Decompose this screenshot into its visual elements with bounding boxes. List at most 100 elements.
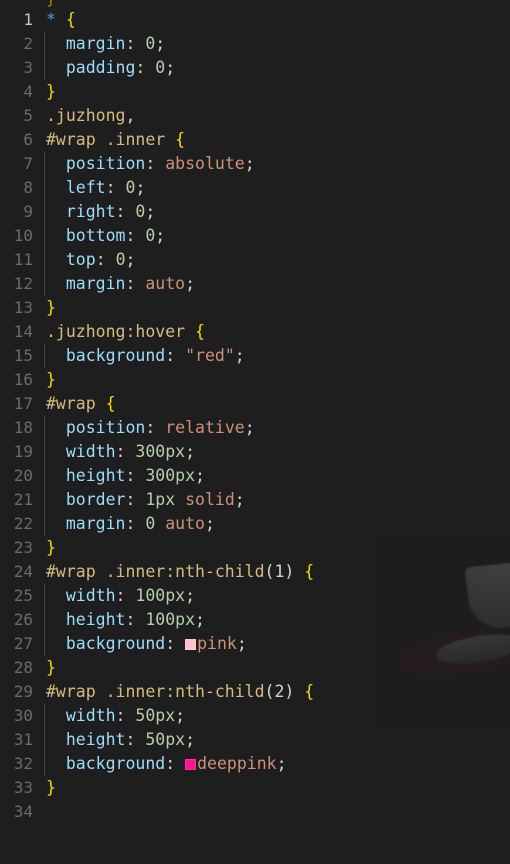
code-line[interactable]: 8 left: 0; [0, 176, 510, 200]
token-punc: ; [185, 586, 196, 605]
code-text[interactable]: height: 300px; [46, 464, 205, 488]
token-val: deeppink [197, 754, 277, 773]
code-text[interactable]: margin: auto; [46, 272, 195, 296]
code-line[interactable]: 6 #wrap .inner { [0, 128, 510, 152]
token-punc: : [115, 202, 136, 221]
code-text[interactable]: } [46, 776, 56, 800]
code-line[interactable]: 21 border: 1px solid; [0, 488, 510, 512]
code-line[interactable]: 17 #wrap { [0, 392, 510, 416]
token-val: absolute [165, 154, 245, 173]
token-punc: : [125, 34, 146, 53]
code-editor[interactable]: } 1 * {2 margin: 0;3 padding: 0;4}5.juzho… [0, 0, 510, 864]
code-line[interactable]: 28} [0, 656, 510, 680]
code-line[interactable]: 14 .juzhong:hover { [0, 320, 510, 344]
code-text[interactable]: #wrap { [46, 392, 116, 416]
code-text[interactable]: #wrap .inner:nth-child(2) { [46, 680, 314, 704]
code-lines-container[interactable]: 1 * {2 margin: 0; 3 padding: 0; 4} 5 .juzhong… [0, 8, 510, 824]
code-text[interactable]: height: 100px; [46, 608, 205, 632]
token-prop: position [65, 154, 146, 173]
code-text[interactable]: } [46, 296, 56, 320]
code-text[interactable]: background: "red"; [46, 344, 245, 368]
code-text[interactable]: width: 300px; [46, 440, 195, 464]
token-punc: : [125, 610, 146, 629]
code-text[interactable]: } [46, 536, 56, 560]
code-line[interactable]: 10 bottom: 0; [0, 224, 510, 248]
code-line[interactable]: 29 #wrap .inner:nth-child(2) { [0, 680, 510, 704]
code-line[interactable]: 18 position: relative; [0, 416, 510, 440]
code-line[interactable]: 11 top: 0; [0, 248, 510, 272]
token-prop: width [65, 706, 116, 725]
line-number: 13 [13, 298, 33, 317]
code-text[interactable]: } [46, 368, 56, 392]
code-line[interactable]: 7 position: absolute; [0, 152, 510, 176]
code-line[interactable]: 19 width: 300px; [0, 440, 510, 464]
code-line[interactable]: 5 .juzhong, [0, 104, 510, 128]
code-text[interactable]: left: 0; [46, 176, 146, 200]
code-text[interactable]: background: pink; [46, 632, 247, 656]
code-text[interactable]: #wrap .inner:nth-child(1) { [46, 560, 314, 584]
code-line[interactable]: 32 background: deeppink; [0, 752, 510, 776]
code-line[interactable]: 25 width: 100px; [0, 584, 510, 608]
code-text[interactable]: } [46, 80, 56, 104]
token-punc [165, 130, 175, 149]
token-sel: .juzhong [46, 106, 126, 125]
code-line[interactable]: 1 * { [0, 8, 510, 32]
token-brace: } [46, 82, 56, 101]
code-line[interactable]: 20 height: 300px; [0, 464, 510, 488]
token-punc: : [145, 418, 166, 437]
token-punc: ; [236, 634, 247, 653]
code-line[interactable]: 24 #wrap .inner:nth-child(1) { [0, 560, 510, 584]
code-line[interactable]: 3 padding: 0; [0, 56, 510, 80]
color-swatch[interactable] [185, 759, 197, 770]
token-prop: margin [65, 514, 126, 533]
code-text[interactable]: position: relative; [46, 416, 255, 440]
code-line[interactable]: 27 background: pink; [0, 632, 510, 656]
code-line[interactable]: 31 height: 50px; [0, 728, 510, 752]
code-line[interactable]: 30 width: 50px; [0, 704, 510, 728]
code-text[interactable]: #wrap .inner { [46, 128, 185, 152]
indent-guide [44, 728, 45, 752]
code-text[interactable]: } [46, 656, 56, 680]
code-line[interactable]: 4} [0, 80, 510, 104]
line-number: 12 [13, 274, 33, 293]
code-line[interactable]: 13} [0, 296, 510, 320]
code-line[interactable]: 16} [0, 368, 510, 392]
code-text[interactable]: height: 50px; [46, 728, 195, 752]
code-text[interactable]: background: deeppink; [46, 752, 287, 776]
code-line[interactable]: 2 margin: 0; [0, 32, 510, 56]
code-text[interactable]: bottom: 0; [46, 224, 165, 248]
code-text[interactable]: padding: 0; [46, 56, 175, 80]
code-text[interactable]: margin: 0 auto; [46, 512, 215, 536]
token-prop: background [65, 754, 166, 773]
token-brace: { [105, 394, 116, 413]
token-prop: width [65, 586, 116, 605]
code-text[interactable]: position: absolute; [46, 152, 255, 176]
code-line[interactable]: 15 background: "red"; [0, 344, 510, 368]
token-num: 300px [145, 466, 196, 485]
code-line[interactable]: 33} [0, 776, 510, 800]
code-text[interactable]: margin: 0; [46, 32, 165, 56]
line-number: 1 [23, 10, 33, 29]
color-swatch[interactable] [185, 639, 197, 650]
token-punc: , [125, 106, 136, 125]
token-punc: : [125, 490, 146, 509]
code-text[interactable]: width: 50px; [46, 704, 185, 728]
code-text[interactable]: right: 0; [46, 200, 155, 224]
code-line[interactable]: 22 margin: 0 auto; [0, 512, 510, 536]
code-line[interactable]: 9 right: 0; [0, 200, 510, 224]
code-line[interactable]: 26 height: 100px; [0, 608, 510, 632]
code-text[interactable]: width: 100px; [46, 584, 195, 608]
code-text[interactable]: .juzhong, [46, 104, 135, 128]
line-number: 9 [23, 202, 33, 221]
token-num: 0 [125, 178, 136, 197]
code-text[interactable]: .juzhong:hover { [46, 320, 205, 344]
code-line[interactable]: 34 [0, 800, 510, 824]
code-text[interactable]: border: 1px solid; [46, 488, 245, 512]
code-line[interactable]: 12 margin: auto; [0, 272, 510, 296]
token-num: 0 [155, 58, 166, 77]
code-line[interactable]: 23} [0, 536, 510, 560]
code-text[interactable]: * { [46, 8, 76, 32]
code-text[interactable]: top: 0; [46, 248, 136, 272]
